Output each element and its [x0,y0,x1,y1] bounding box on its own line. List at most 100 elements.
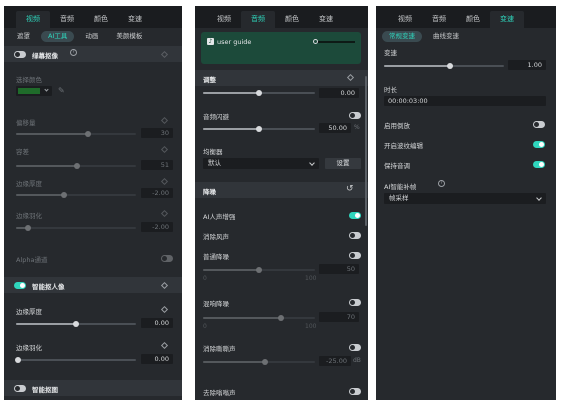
help-icon[interactable]: ? [70,49,77,56]
hiss-removal-value[interactable]: -25.00 [319,356,351,366]
reverb-denoise-value[interactable]: 70 [319,312,359,322]
hum-removal-toggle[interactable] [349,388,361,395]
equalizer-label: 均衡器 [203,148,223,156]
subtab-uniform-speed[interactable]: 常规变速 [382,30,422,42]
tab-color[interactable]: 颜色 [275,11,309,28]
tab-color[interactable]: 颜色 [456,11,490,28]
offset-slider[interactable] [16,131,136,137]
speed-properties-panel: 视频 音频 颜色 变速 常规变速 曲线变速 变速 1.00 时长 00:00:0… [376,6,556,400]
duration-field[interactable]: 00:00:03:00 [384,96,546,106]
normal-denoise-slider[interactable] [203,267,315,273]
tab-audio[interactable]: 音频 [241,11,275,28]
subtab-mask[interactable]: 遮罩 [10,31,37,42]
offset-value[interactable]: 30 [141,128,173,138]
speed-value[interactable]: 1.00 [508,60,546,70]
normal-denoise-max: 100 [305,275,317,282]
tab-color[interactable]: 颜色 [84,11,118,28]
tab-speed[interactable]: 变速 [118,11,152,28]
keyframe-diamond-icon[interactable] [160,50,169,59]
volume-value[interactable]: 0.00 [319,88,359,98]
chroma-key-toggle[interactable] [14,50,26,58]
audio-ducking-slider[interactable] [203,126,315,132]
wind-removal-toggle[interactable] [349,232,361,239]
smart-cutout-title: 智能抠人像 [32,283,65,291]
ai-voice-enhance-label: AI人声增强 [203,213,236,221]
ai-frame-interpolation-select[interactable]: 帧采样 [384,193,546,204]
tolerance-slider[interactable] [16,163,136,169]
denoise-title: 降噪 [203,188,216,196]
edge-feather-keyframe-icon[interactable] [160,209,169,218]
cutout-edge-feather-keyframe-icon[interactable] [160,341,169,350]
color-swatch [18,88,40,94]
edge-thickness-slider[interactable] [16,192,136,198]
subtab-animation[interactable]: 动画 [78,31,105,42]
edge-feather-value[interactable]: -2.00 [141,222,173,232]
adjust-header: 调整 [195,70,368,86]
edge-thickness-keyframe-icon[interactable] [160,177,169,186]
tab-video[interactable]: 视频 [16,11,50,28]
tab-video[interactable]: 视频 [207,11,241,28]
sub-tab-bar: 遮罩 AI工具 动画 美颜模板 [4,28,182,44]
subtab-speed-ramp[interactable]: 曲线变速 [426,31,466,42]
eyedropper-icon[interactable]: ✎ [58,86,65,95]
top-tab-bar: 视频 音频 颜色 变速 [376,6,556,28]
tab-speed[interactable]: 变速 [490,11,524,28]
speed-slider[interactable] [384,63,504,69]
alpha-channel-toggle[interactable] [161,255,173,262]
volume-slider[interactable] [203,90,315,96]
offset-keyframe-icon[interactable] [160,116,169,125]
scrollbar[interactable] [365,76,367,226]
equalizer-settings-button[interactable]: 设置 [325,158,361,169]
cutout-edge-feather-value[interactable]: 0.00 [141,354,173,364]
cutout-edge-thickness-keyframe-icon[interactable] [160,305,169,314]
tab-video[interactable]: 视频 [388,11,422,28]
offset-label: 偏移量 [16,119,36,127]
smart-mask-toggle[interactable] [14,384,26,392]
audio-ducking-toggle[interactable] [349,112,361,119]
smart-cutout-keyframe-icon[interactable] [160,281,169,290]
edge-thickness-value[interactable]: -2.00 [141,188,173,198]
cutout-edge-feather-slider[interactable] [15,357,136,363]
audio-ducking-value[interactable]: 50.00 [319,123,351,133]
adjust-keyframe-icon[interactable] [346,73,355,82]
audio-clip-name: user guide [217,38,252,46]
keep-pitch-toggle[interactable] [533,161,545,168]
cutout-edge-feather-label: 边缘羽化 [16,344,42,352]
cutout-edge-thickness-slider[interactable] [16,321,136,327]
hiss-removal-toggle[interactable] [349,344,361,351]
audio-ducking-label: 音频闪避 [203,113,229,121]
playback-progress[interactable] [313,39,355,44]
reverse-toggle[interactable] [533,121,545,128]
duration-label: 时长 [384,86,397,94]
ai-voice-enhance-toggle[interactable] [349,212,361,219]
tab-speed[interactable]: 变速 [309,11,343,28]
hiss-removal-slider[interactable] [203,359,315,365]
normal-denoise-toggle[interactable] [349,252,361,259]
smart-cutout-toggle[interactable] [14,281,26,289]
video-properties-panel: 视频 音频 颜色 变速 遮罩 AI工具 动画 美颜模板 绿幕抠像 ? 选择颜色 … [4,6,182,400]
normal-denoise-value[interactable]: 50 [319,264,359,274]
subtab-beauty-template[interactable]: 美颜模板 [109,31,149,42]
denoise-header: 降噪 ↺ [195,182,368,198]
help-icon[interactable]: ? [438,180,445,187]
adjust-title: 调整 [203,76,216,84]
reset-icon[interactable]: ↺ [346,184,354,194]
equalizer-select[interactable]: 默认 [203,158,319,169]
cutout-edge-thickness-value[interactable]: 0.00 [141,318,173,328]
reverb-denoise-toggle[interactable] [349,299,361,306]
tolerance-keyframe-icon[interactable] [160,145,169,154]
subtab-ai-tools[interactable]: AI工具 [41,30,75,42]
ripple-edit-toggle[interactable] [533,141,545,148]
tolerance-label: 容差 [16,148,29,156]
edge-feather-slider[interactable] [16,225,136,231]
chroma-key-header: 绿幕抠像 ? [4,46,182,62]
smart-mask-header: 智能抠图 [4,380,182,396]
audio-player-card[interactable]: ♪ user guide [201,32,361,64]
reverb-denoise-slider[interactable] [203,315,315,321]
tab-audio[interactable]: 音频 [422,11,456,28]
music-note-icon: ♪ [207,38,214,45]
color-picker-dropdown[interactable] [16,86,52,96]
tab-audio[interactable]: 音频 [50,11,84,28]
tolerance-value[interactable]: 51 [141,160,173,170]
audio-ducking-unit: % [354,124,360,131]
